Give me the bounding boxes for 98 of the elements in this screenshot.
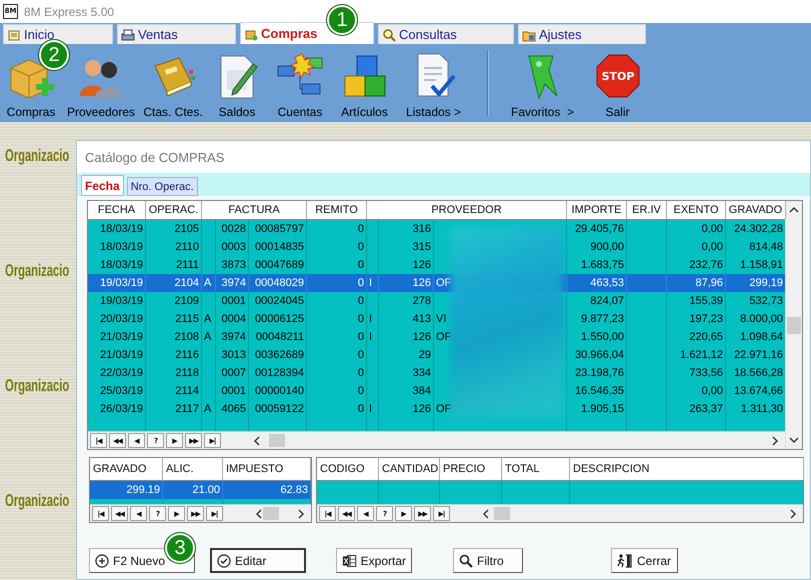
table-cell: 0,00 [667, 382, 726, 400]
table-cell: 2110 [146, 238, 202, 256]
table-cell: 0 [307, 238, 367, 256]
table-cell: 0001 [216, 292, 249, 310]
table-cell: 0 [307, 364, 367, 382]
table-cell: 0,00 [667, 238, 726, 256]
table-cell: A [202, 400, 216, 418]
table-cell: A [202, 274, 216, 292]
table-cell: 18/03/19 [88, 238, 146, 256]
table-cell: 00048211 [249, 328, 307, 346]
table-cell: 0 [307, 382, 367, 400]
table-cell: 21/03/19 [88, 346, 146, 364]
table-cell: 19/03/19 [88, 274, 146, 292]
table-cell: 62.83 [223, 481, 311, 499]
table-cell: 126 [379, 328, 434, 346]
table-cell: A [202, 328, 216, 346]
table-cell: 463,53 [567, 274, 627, 292]
table-cell: I [367, 400, 379, 418]
table-cell: 00048029 [249, 274, 307, 292]
table-cell: 25/03/19 [88, 382, 146, 400]
table-cell: 0 [307, 220, 367, 238]
table-cell: 0 [307, 346, 367, 364]
table-cell: 0 [307, 328, 367, 346]
table-cell: 126 [379, 274, 434, 292]
table-cell: 0001 [216, 382, 249, 400]
table-cell: 0 [307, 274, 367, 292]
table-cell: 29.405,76 [567, 220, 627, 238]
table-cell: 0028 [216, 220, 249, 238]
table-cell: 1.905,15 [567, 400, 627, 418]
table-cell: 278 [379, 292, 434, 310]
table-cell: 413 [379, 310, 434, 328]
table-cell: A [202, 310, 216, 328]
table-cell: 155,39 [667, 292, 726, 310]
section-heading: Organizacio [5, 261, 70, 281]
table-cell: 2115 [146, 310, 202, 328]
table-cell: 18/03/19 [88, 220, 146, 238]
table-cell: 00085797 [249, 220, 307, 238]
table-cell: 384 [379, 382, 434, 400]
table-cell: 900,00 [567, 238, 627, 256]
table-cell: 2117 [146, 400, 202, 418]
table-cell: 3013 [216, 346, 249, 364]
table-cell: 00059122 [249, 400, 307, 418]
table-cell: 220,65 [667, 328, 726, 346]
table-cell: 00014835 [249, 238, 307, 256]
dialog-title: Catálogo de COMPRAS [77, 141, 810, 173]
table-cell: 3974 [216, 274, 249, 292]
section-heading: Organizacio [5, 146, 70, 166]
table-cell: 0003 [216, 238, 249, 256]
table-cell: 733,56 [667, 364, 726, 382]
table-cell: 0007 [216, 364, 249, 382]
table-cell: 20/03/19 [88, 310, 146, 328]
section-heading: Organizacio [5, 491, 70, 511]
table-cell: 00006125 [249, 310, 307, 328]
table-cell: 334 [379, 364, 434, 382]
table-cell: 126 [379, 400, 434, 418]
section-heading: Organizacio [5, 376, 70, 396]
stop-sign-icon: STOP [594, 52, 642, 100]
table-cell: 0 [307, 292, 367, 310]
window-title: 8M Express 5.00 [24, 4, 114, 18]
table-cell: 22/03/19 [88, 364, 146, 382]
table-cell: 00362689 [249, 346, 307, 364]
table-cell: 0004 [216, 310, 249, 328]
table-cell: 00000140 [249, 382, 307, 400]
table-cell: 197,23 [667, 310, 726, 328]
table-cell: 9.877,23 [567, 310, 627, 328]
table-cell: 263,37 [667, 400, 726, 418]
table-cell: 2118 [146, 364, 202, 382]
table-cell: 2114 [146, 382, 202, 400]
table-cell: I [367, 274, 379, 292]
table-cell: 0 [307, 310, 367, 328]
table-cell: 1.621,12 [667, 346, 726, 364]
table-cell: 4065 [216, 400, 249, 418]
table-cell: 315 [379, 238, 434, 256]
table-cell: 21.00 [163, 481, 223, 499]
table-cell: 2105 [146, 220, 202, 238]
table-cell: 0 [307, 400, 367, 418]
table-cell: 2109 [146, 292, 202, 310]
table-cell: I [367, 328, 379, 346]
table-cell: 16.546,35 [567, 382, 627, 400]
table-cell: 824,07 [567, 292, 627, 310]
table-cell: 0,00 [667, 220, 726, 238]
table-cell: 00024045 [249, 292, 307, 310]
table-cell: 316 [379, 220, 434, 238]
table-cell: 2104 [146, 274, 202, 292]
table-cell: 2116 [146, 346, 202, 364]
table-cell: 19/03/19 [88, 292, 146, 310]
table-cell: 00128394 [249, 364, 307, 382]
table-cell: I [367, 310, 379, 328]
table-cell: 21/03/19 [88, 328, 146, 346]
table-cell: 23.198,76 [567, 364, 627, 382]
table-cell: 87,96 [667, 274, 726, 292]
table-cell: 2108 [146, 328, 202, 346]
table-cell: 30.966,04 [567, 346, 627, 364]
table-cell: 3974 [216, 328, 249, 346]
table-cell: 26/03/19 [88, 400, 146, 418]
table-cell: 299.19 [90, 481, 163, 499]
table-cell: 1.550,00 [567, 328, 627, 346]
table-cell: 29 [379, 346, 434, 364]
